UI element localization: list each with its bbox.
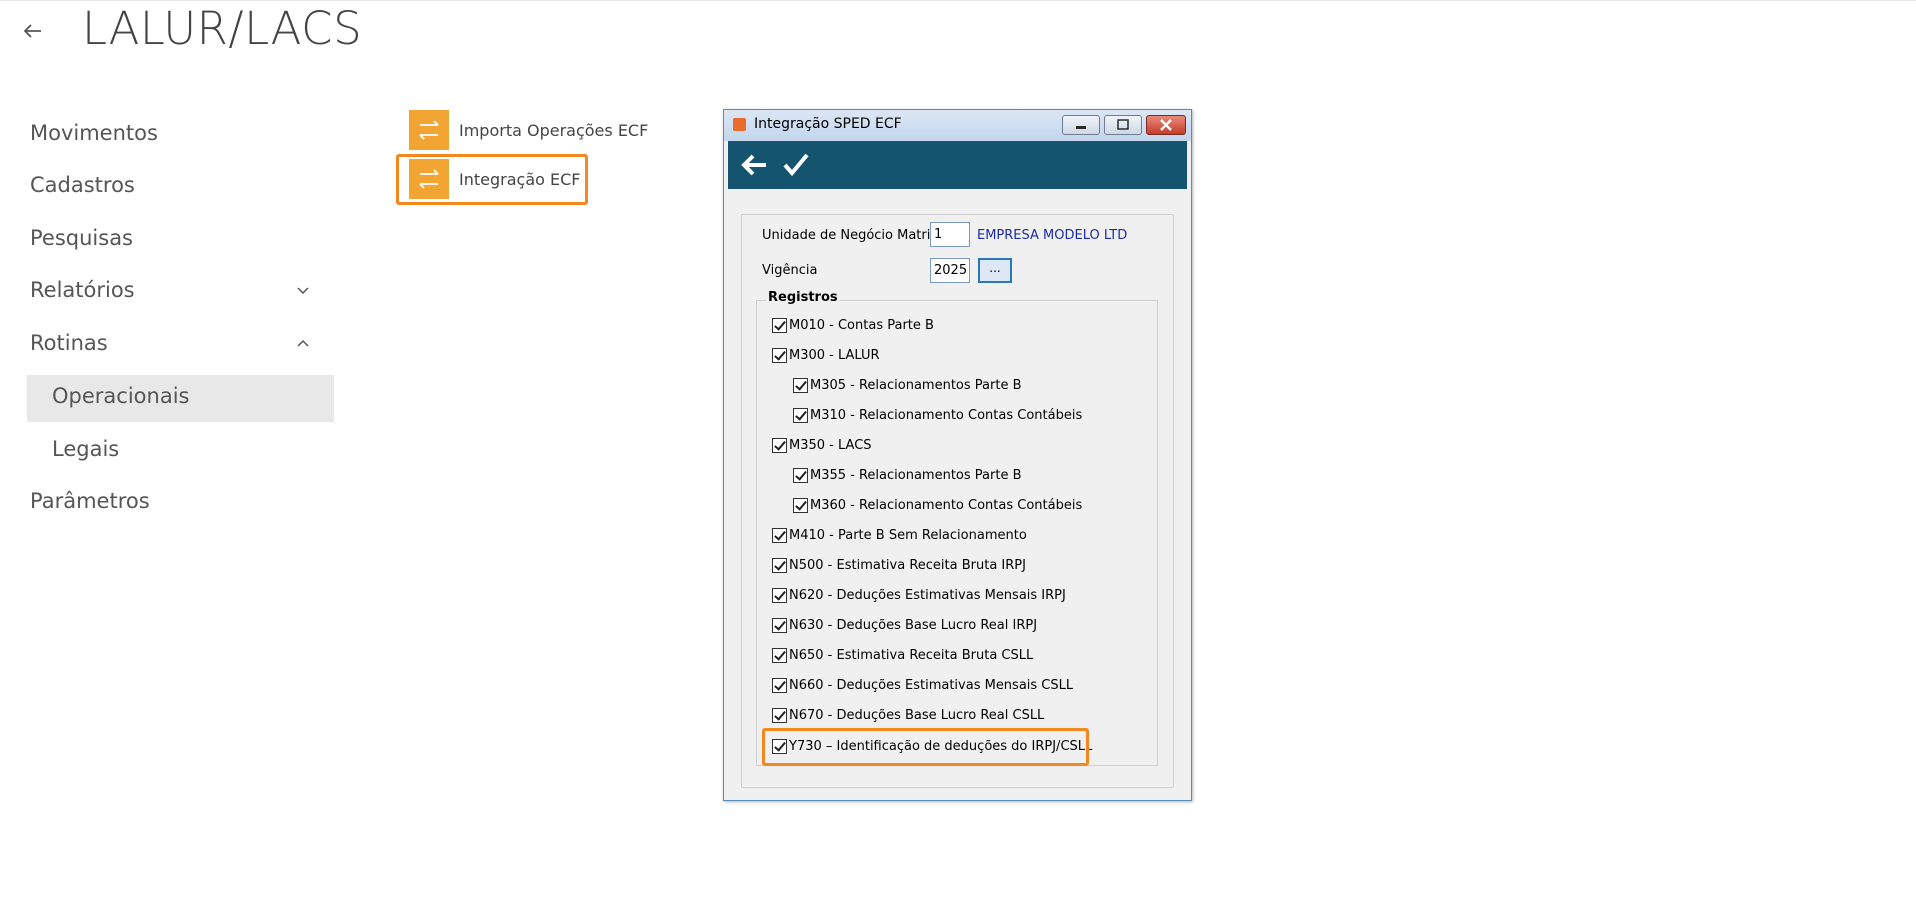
checkbox[interactable]	[793, 377, 808, 393]
unidade-label: Unidade de Negócio Matriz	[762, 228, 938, 243]
close-button[interactable]	[1146, 115, 1186, 135]
checkbox[interactable]	[772, 347, 787, 363]
checkbox-m300[interactable]: M300 - LALUR	[772, 345, 880, 365]
checkbox-m310[interactable]: M310 - Relacionamento Contas Contábeis	[793, 405, 1082, 425]
ellipsis-button[interactable]: ...	[978, 258, 1012, 283]
checkbox-label: M360 - Relacionamento Contas Contábeis	[810, 497, 1083, 513]
checkbox-label: N630 - Deduções Base Lucro Real IRPJ	[789, 617, 1038, 633]
chevron-down-icon[interactable]	[295, 283, 311, 299]
checkbox[interactable]	[772, 527, 787, 543]
empresa-name: EMPRESA MODELO LTD	[977, 228, 1128, 243]
app-icon	[733, 118, 746, 131]
nav-item-pesquisas[interactable]: Pesquisas	[30, 226, 133, 250]
dialog-titlebar: Integração SPED ECF	[724, 110, 1191, 141]
confirm-check-icon[interactable]	[780, 149, 812, 181]
checkbox-label: M350 - LACS	[789, 437, 872, 453]
checkbox-label: N620 - Deduções Estimativas Mensais IRPJ	[789, 587, 1066, 603]
checkbox[interactable]	[793, 407, 808, 423]
checkbox[interactable]	[772, 707, 787, 723]
nav-item-cadastros[interactable]: Cadastros	[30, 173, 135, 197]
checkbox-label: M300 - LALUR	[789, 347, 880, 363]
checkbox-label: M305 - Relacionamentos Parte B	[810, 377, 1022, 393]
checkbox-m305[interactable]: M305 - Relacionamentos Parte B	[793, 375, 1022, 395]
checkbox[interactable]	[793, 497, 808, 513]
checkbox-m010[interactable]: M010 - Contas Parte B	[772, 315, 934, 335]
nav-subitem-legais[interactable]: Legais	[52, 437, 119, 461]
tile-importa-operacoes-ecf[interactable]: Importa Operações ECF	[459, 121, 648, 140]
top-divider	[0, 0, 1916, 1]
unidade-field[interactable]	[930, 222, 970, 247]
vigencia-field[interactable]	[930, 258, 970, 283]
nav-item-relatorios[interactable]: Relatórios	[30, 278, 135, 302]
checkbox[interactable]	[772, 317, 787, 333]
checkbox-label: N660 - Deduções Estimativas Mensais CSLL	[789, 677, 1074, 693]
back-arrow-icon[interactable]	[738, 149, 770, 181]
checkbox-n650[interactable]: N650 - Estimativa Receita Bruta CSLL	[772, 645, 1033, 665]
registros-label: Registros	[766, 290, 840, 305]
page-title: LALUR/LACS	[82, 2, 363, 55]
checkbox[interactable]	[772, 647, 787, 663]
dialog-toolbar	[728, 141, 1187, 189]
nav-subitem-operacionais[interactable]: Operacionais	[52, 384, 189, 408]
checkbox-n620[interactable]: N620 - Deduções Estimativas Mensais IRPJ	[772, 585, 1066, 605]
swap-arrows-icon[interactable]	[409, 110, 449, 150]
back-arrow-icon[interactable]	[19, 17, 47, 45]
checkbox-n500[interactable]: N500 - Estimativa Receita Bruta IRPJ	[772, 555, 1026, 575]
checkbox[interactable]	[772, 557, 787, 573]
highlight-integracao-ecf	[396, 154, 588, 205]
checkbox[interactable]	[772, 617, 787, 633]
nav-item-parametros[interactable]: Parâmetros	[30, 489, 150, 513]
dialog-title: Integração SPED ECF	[754, 116, 902, 132]
checkbox-m360[interactable]: M360 - Relacionamento Contas Contábeis	[793, 495, 1082, 515]
integracao-sped-ecf-dialog: Integração SPED ECF Unidade de Negócio M…	[723, 109, 1192, 801]
checkbox-m355[interactable]: M355 - Relacionamentos Parte B	[793, 465, 1022, 485]
checkbox-label: M310 - Relacionamento Contas Contábeis	[810, 407, 1083, 423]
checkbox[interactable]	[772, 677, 787, 693]
checkbox-m350[interactable]: M350 - LACS	[772, 435, 872, 455]
checkbox-n630[interactable]: N630 - Deduções Base Lucro Real IRPJ	[772, 615, 1037, 635]
checkbox-label: N670 - Deduções Base Lucro Real CSLL	[789, 707, 1045, 723]
checkbox-m410[interactable]: M410 - Parte B Sem Relacionamento	[772, 525, 1027, 545]
checkbox[interactable]	[793, 467, 808, 483]
checkbox-label: M010 - Contas Parte B	[789, 317, 934, 333]
restore-button[interactable]	[1104, 115, 1142, 135]
highlight-y730	[762, 728, 1089, 766]
checkbox-label: M355 - Relacionamentos Parte B	[810, 467, 1022, 483]
checkbox-label: M410 - Parte B Sem Relacionamento	[789, 527, 1027, 543]
checkbox-n660[interactable]: N660 - Deduções Estimativas Mensais CSLL	[772, 675, 1073, 695]
nav-item-rotinas[interactable]: Rotinas	[30, 331, 108, 355]
checkbox[interactable]	[772, 587, 787, 603]
checkbox-n670[interactable]: N670 - Deduções Base Lucro Real CSLL	[772, 705, 1044, 725]
chevron-up-icon[interactable]	[295, 335, 311, 351]
checkbox-label: N500 - Estimativa Receita Bruta IRPJ	[789, 557, 1026, 573]
vigencia-label: Vigência	[762, 263, 818, 278]
nav-item-movimentos[interactable]: Movimentos	[30, 121, 158, 145]
checkbox[interactable]	[772, 437, 787, 453]
minimize-button[interactable]	[1062, 115, 1100, 135]
checkbox-label: N650 - Estimativa Receita Bruta CSLL	[789, 647, 1034, 663]
